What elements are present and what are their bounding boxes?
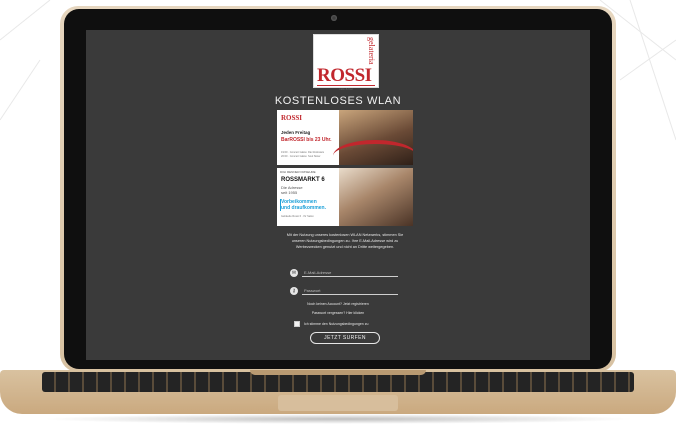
laptop-screen: gelateria ROSSI cafe & bar KOSTENLOSES W… [86, 30, 590, 360]
forgot-password-link[interactable]: Passwort vergessen? Hier klicken [86, 311, 590, 315]
keyboard [42, 372, 634, 392]
banner2-line5: und draufkommen. [281, 205, 327, 211]
banner1-brand: ROSSI [281, 114, 303, 122]
rossi-logo: gelateria ROSSI cafe & bar [313, 34, 379, 91]
banner-photo [339, 168, 413, 226]
banner1-line2: BarROSSI bis 23 Uhr. [281, 137, 332, 143]
logo-brand: ROSSI [317, 65, 372, 86]
password-input[interactable] [302, 286, 398, 295]
ad-banner-barrossi[interactable]: ROSSI Jeden Freitag BarROSSI bis 23 Uhr.… [277, 110, 413, 165]
banner1-line3: 19:00 · Concert Gäste: Die Rockstars [281, 151, 325, 154]
terms-row[interactable]: Ich stimme den Nutzungsbedingungen zu [294, 321, 368, 327]
banner-swirl [333, 140, 413, 165]
banner1-line4: 20:00 · Concert Gäste: Soul Sister [281, 155, 321, 158]
logo-side-text: gelateria [367, 37, 376, 65]
terms-label: Ich stimme den Nutzungsbedingungen zu [304, 322, 369, 326]
page-title: KOSTENLOSES WLAN [274, 95, 402, 107]
banner2-line1: ROSSMARKT 6 [281, 177, 325, 183]
mail-icon: ✉ [290, 269, 298, 277]
banner2-line6: Gebäude Rossi 6 · Ihr Salon [281, 215, 314, 218]
logo-tagline: cafe & bar [339, 87, 353, 91]
webcam-icon [331, 15, 337, 21]
key-icon: ⚷ [290, 287, 298, 295]
trackpad [278, 395, 398, 411]
email-input[interactable] [302, 268, 398, 277]
laptop-hinge [250, 370, 426, 375]
terms-description: Mit der Nutzung unseres kostenlosen WLAN… [286, 233, 404, 249]
banner1-line1: Jeden Freitag [281, 130, 311, 135]
terms-checkbox[interactable] [294, 321, 300, 327]
register-link[interactable]: Noch keinen Account? Jetzt registrieren [86, 302, 590, 306]
surf-button[interactable]: JETZT SURFEN [310, 332, 380, 344]
logo-rule [317, 85, 375, 86]
ad-banner-friseur[interactable]: DIGI RENNER FRISEURE ROSSMARKT 6 Die Adr… [277, 168, 413, 226]
banner2-line3: seit 1955 [281, 190, 298, 195]
banner2-top: DIGI RENNER FRISEURE [280, 170, 316, 174]
laptop-shadow [40, 414, 636, 424]
